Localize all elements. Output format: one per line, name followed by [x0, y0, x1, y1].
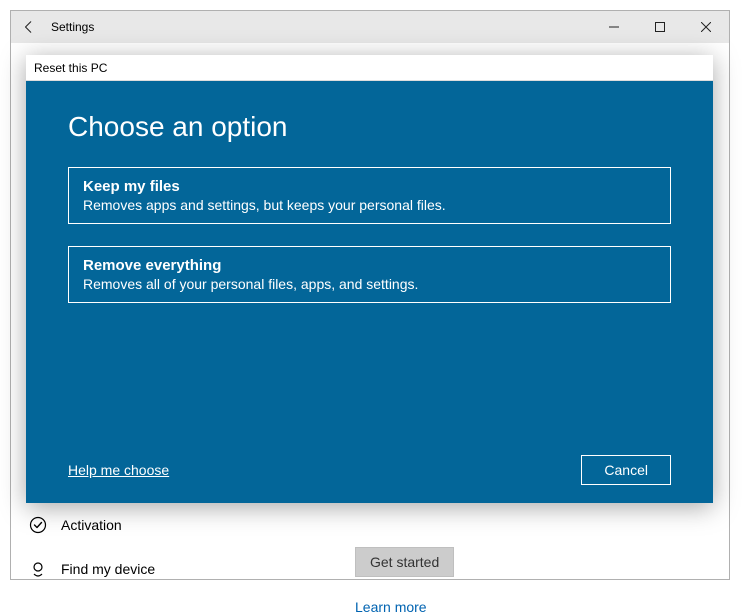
dialog-title-text: Reset this PC	[34, 61, 107, 75]
sidebar-item-activation[interactable]: Activation	[23, 503, 331, 547]
back-button[interactable]	[11, 11, 47, 43]
option-desc: Removes apps and settings, but keeps you…	[83, 197, 656, 213]
sidebar-item-label: Find my device	[61, 561, 155, 577]
option-title: Remove everything	[83, 257, 656, 274]
checkmark-icon	[29, 516, 47, 534]
dialog-title-bar: Reset this PC	[26, 55, 713, 81]
learn-more-link[interactable]: Learn more	[355, 599, 705, 615]
sidebar-item-label: Activation	[61, 517, 122, 533]
help-me-choose-link[interactable]: Help me choose	[68, 462, 169, 478]
get-started-button[interactable]: Get started	[355, 547, 454, 577]
sidebar-item-find-my-device[interactable]: Find my device	[23, 547, 331, 591]
titlebar: Settings	[11, 11, 729, 43]
option-title: Keep my files	[83, 178, 656, 195]
dialog-heading: Choose an option	[68, 111, 671, 143]
window-title: Settings	[51, 20, 591, 34]
option-remove-everything[interactable]: Remove everything Removes all of your pe…	[68, 246, 671, 303]
maximize-button[interactable]	[637, 11, 683, 43]
close-button[interactable]	[683, 11, 729, 43]
option-keep-my-files[interactable]: Keep my files Removes apps and settings,…	[68, 167, 671, 224]
location-icon	[29, 560, 47, 578]
option-desc: Removes all of your personal files, apps…	[83, 276, 656, 292]
reset-pc-dialog: Reset this PC Choose an option Keep my f…	[26, 55, 713, 503]
cancel-button[interactable]: Cancel	[581, 455, 671, 485]
minimize-button[interactable]	[591, 11, 637, 43]
